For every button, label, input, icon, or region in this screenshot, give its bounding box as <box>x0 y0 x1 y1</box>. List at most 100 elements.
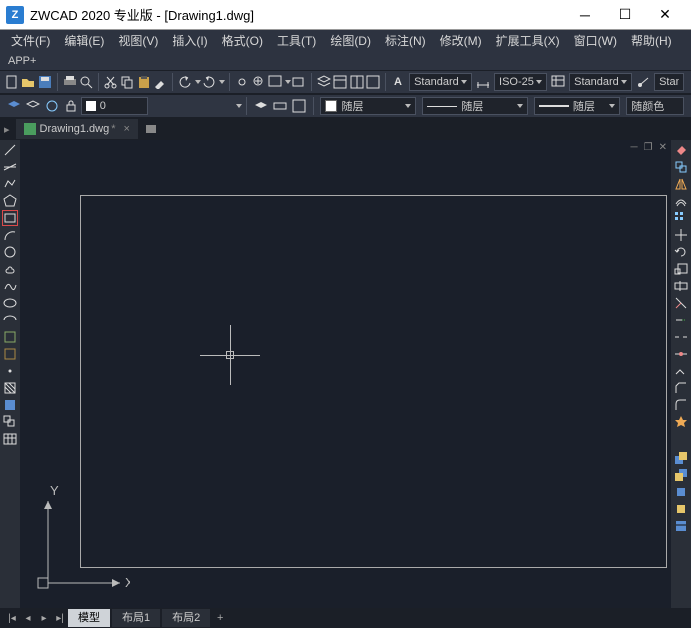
properties-icon[interactable] <box>333 73 347 91</box>
undo-icon[interactable] <box>178 73 192 91</box>
scale-icon[interactable] <box>673 261 689 277</box>
offset-icon[interactable] <box>673 193 689 209</box>
hatch-back-icon[interactable] <box>673 518 689 534</box>
array-icon[interactable] <box>673 210 689 226</box>
doc-tab-close-icon[interactable]: × <box>124 123 130 135</box>
erase-icon[interactable] <box>673 142 689 158</box>
ellipse-arc-icon[interactable] <box>2 312 18 328</box>
menu-file[interactable]: 文件(F) <box>4 30 57 52</box>
canvas-close-icon[interactable]: ✕ <box>659 142 667 153</box>
table-icon[interactable] <box>2 431 18 447</box>
open-file-icon[interactable] <box>21 73 35 91</box>
layout-prev-icon[interactable]: ◂ <box>20 610 36 626</box>
menu-express[interactable]: 扩展工具(X) <box>489 30 567 52</box>
preview-icon[interactable] <box>79 73 93 91</box>
draworder-icon[interactable] <box>673 450 689 466</box>
layout-last-icon[interactable]: ▸| <box>52 610 68 626</box>
menu-draw[interactable]: 绘图(D) <box>323 30 378 52</box>
draworder-back-icon[interactable] <box>673 467 689 483</box>
layer-prev-icon[interactable] <box>252 97 269 115</box>
stretch-icon[interactable] <box>673 278 689 294</box>
join-icon[interactable] <box>673 363 689 379</box>
gradient-icon[interactable] <box>2 397 18 413</box>
circle-icon[interactable] <box>2 244 18 260</box>
canvas-minimize-icon[interactable]: ─ <box>631 142 638 153</box>
design-center-icon[interactable] <box>350 73 364 91</box>
polygon-icon[interactable] <box>2 193 18 209</box>
rotate-icon[interactable] <box>673 244 689 260</box>
insert-block-icon[interactable] <box>2 329 18 345</box>
trim-icon[interactable] <box>673 295 689 311</box>
layer-state-icon[interactable] <box>24 97 41 115</box>
menu-help[interactable]: 帮助(H) <box>624 30 679 52</box>
ellipse-icon[interactable] <box>2 295 18 311</box>
menu-modify[interactable]: 修改(M) <box>433 30 489 52</box>
menu-window[interactable]: 窗口(W) <box>567 30 624 52</box>
cut-icon[interactable] <box>104 73 118 91</box>
extend-icon[interactable] <box>673 312 689 328</box>
window-minimize-button[interactable]: ─ <box>565 0 605 30</box>
tablestyle-dropdown[interactable]: Standard <box>569 73 632 91</box>
draworder-under-icon[interactable] <box>673 501 689 517</box>
zoom-realtime-icon[interactable] <box>251 73 265 91</box>
zoom-window-icon[interactable] <box>268 73 282 91</box>
layout-next-icon[interactable]: ▸ <box>36 610 52 626</box>
layout-tab-layout2[interactable]: 布局2 <box>162 609 210 627</box>
redo-icon[interactable] <box>202 73 216 91</box>
lineweight-dropdown[interactable]: 随层 <box>534 97 620 115</box>
point-icon[interactable] <box>2 363 18 379</box>
paste-icon[interactable] <box>136 73 150 91</box>
doc-tab-arrow-icon[interactable]: ▸ <box>4 123 10 136</box>
match-icon[interactable] <box>153 73 167 91</box>
app-plus-button[interactable]: APP+ <box>0 52 691 70</box>
layer-index-input[interactable]: 0 <box>81 97 148 115</box>
linetype-dropdown[interactable]: 随层 <box>422 97 527 115</box>
window-close-button[interactable]: ✕ <box>645 0 685 30</box>
window-maximize-button[interactable]: ☐ <box>605 0 645 30</box>
revcloud-icon[interactable] <box>2 261 18 277</box>
layer-manager-icon[interactable] <box>5 97 22 115</box>
explode-icon[interactable] <box>673 414 689 430</box>
layer-lock-icon[interactable] <box>63 97 80 115</box>
arc-icon[interactable] <box>2 227 18 243</box>
dimstyle-dropdown[interactable]: ISO-25 <box>494 73 547 91</box>
draworder-above-icon[interactable] <box>673 484 689 500</box>
layer-iso-icon[interactable] <box>271 97 288 115</box>
dimstyle-icon[interactable] <box>476 73 490 91</box>
rectangle-icon[interactable] <box>2 210 18 226</box>
plot-icon[interactable] <box>63 73 77 91</box>
color-dropdown[interactable]: 随层 <box>320 97 416 115</box>
plotstyle-dropdown[interactable]: 随颜色 <box>626 97 684 115</box>
document-tab[interactable]: Drawing1.dwg* × <box>16 119 138 139</box>
chamfer-icon[interactable] <box>673 380 689 396</box>
menu-edit[interactable]: 编辑(E) <box>57 30 111 52</box>
tablestyle-icon[interactable] <box>551 73 565 91</box>
line-icon[interactable] <box>2 142 18 158</box>
save-icon[interactable] <box>38 73 52 91</box>
menu-insert[interactable]: 插入(I) <box>165 30 214 52</box>
layout-tab-layout1[interactable]: 布局1 <box>112 609 160 627</box>
layout-tab-model[interactable]: 模型 <box>68 609 110 627</box>
textstyle-icon[interactable]: A <box>391 73 405 91</box>
region-icon[interactable] <box>2 414 18 430</box>
copy-obj-icon[interactable] <box>673 159 689 175</box>
new-file-icon[interactable] <box>5 73 19 91</box>
layers-icon[interactable] <box>317 73 331 91</box>
tool-palette-icon[interactable] <box>366 73 380 91</box>
menu-format[interactable]: 格式(O) <box>215 30 270 52</box>
menu-dimension[interactable]: 标注(N) <box>378 30 433 52</box>
zoom-prev-icon[interactable] <box>292 73 306 91</box>
hatch-icon[interactable] <box>2 380 18 396</box>
textstyle-dropdown[interactable]: Standard <box>409 73 472 91</box>
xline-icon[interactable] <box>2 159 18 175</box>
break-icon[interactable] <box>673 329 689 345</box>
pan-icon[interactable] <box>235 73 249 91</box>
mirror-icon[interactable] <box>673 176 689 192</box>
layer-current-icon[interactable] <box>290 97 307 115</box>
fillet-icon[interactable] <box>673 397 689 413</box>
spline-icon[interactable] <box>2 278 18 294</box>
mleaderstyle-icon[interactable] <box>636 73 650 91</box>
new-tab-icon[interactable] <box>142 120 160 138</box>
layout-add-icon[interactable]: + <box>212 612 228 624</box>
copy-icon[interactable] <box>120 73 134 91</box>
